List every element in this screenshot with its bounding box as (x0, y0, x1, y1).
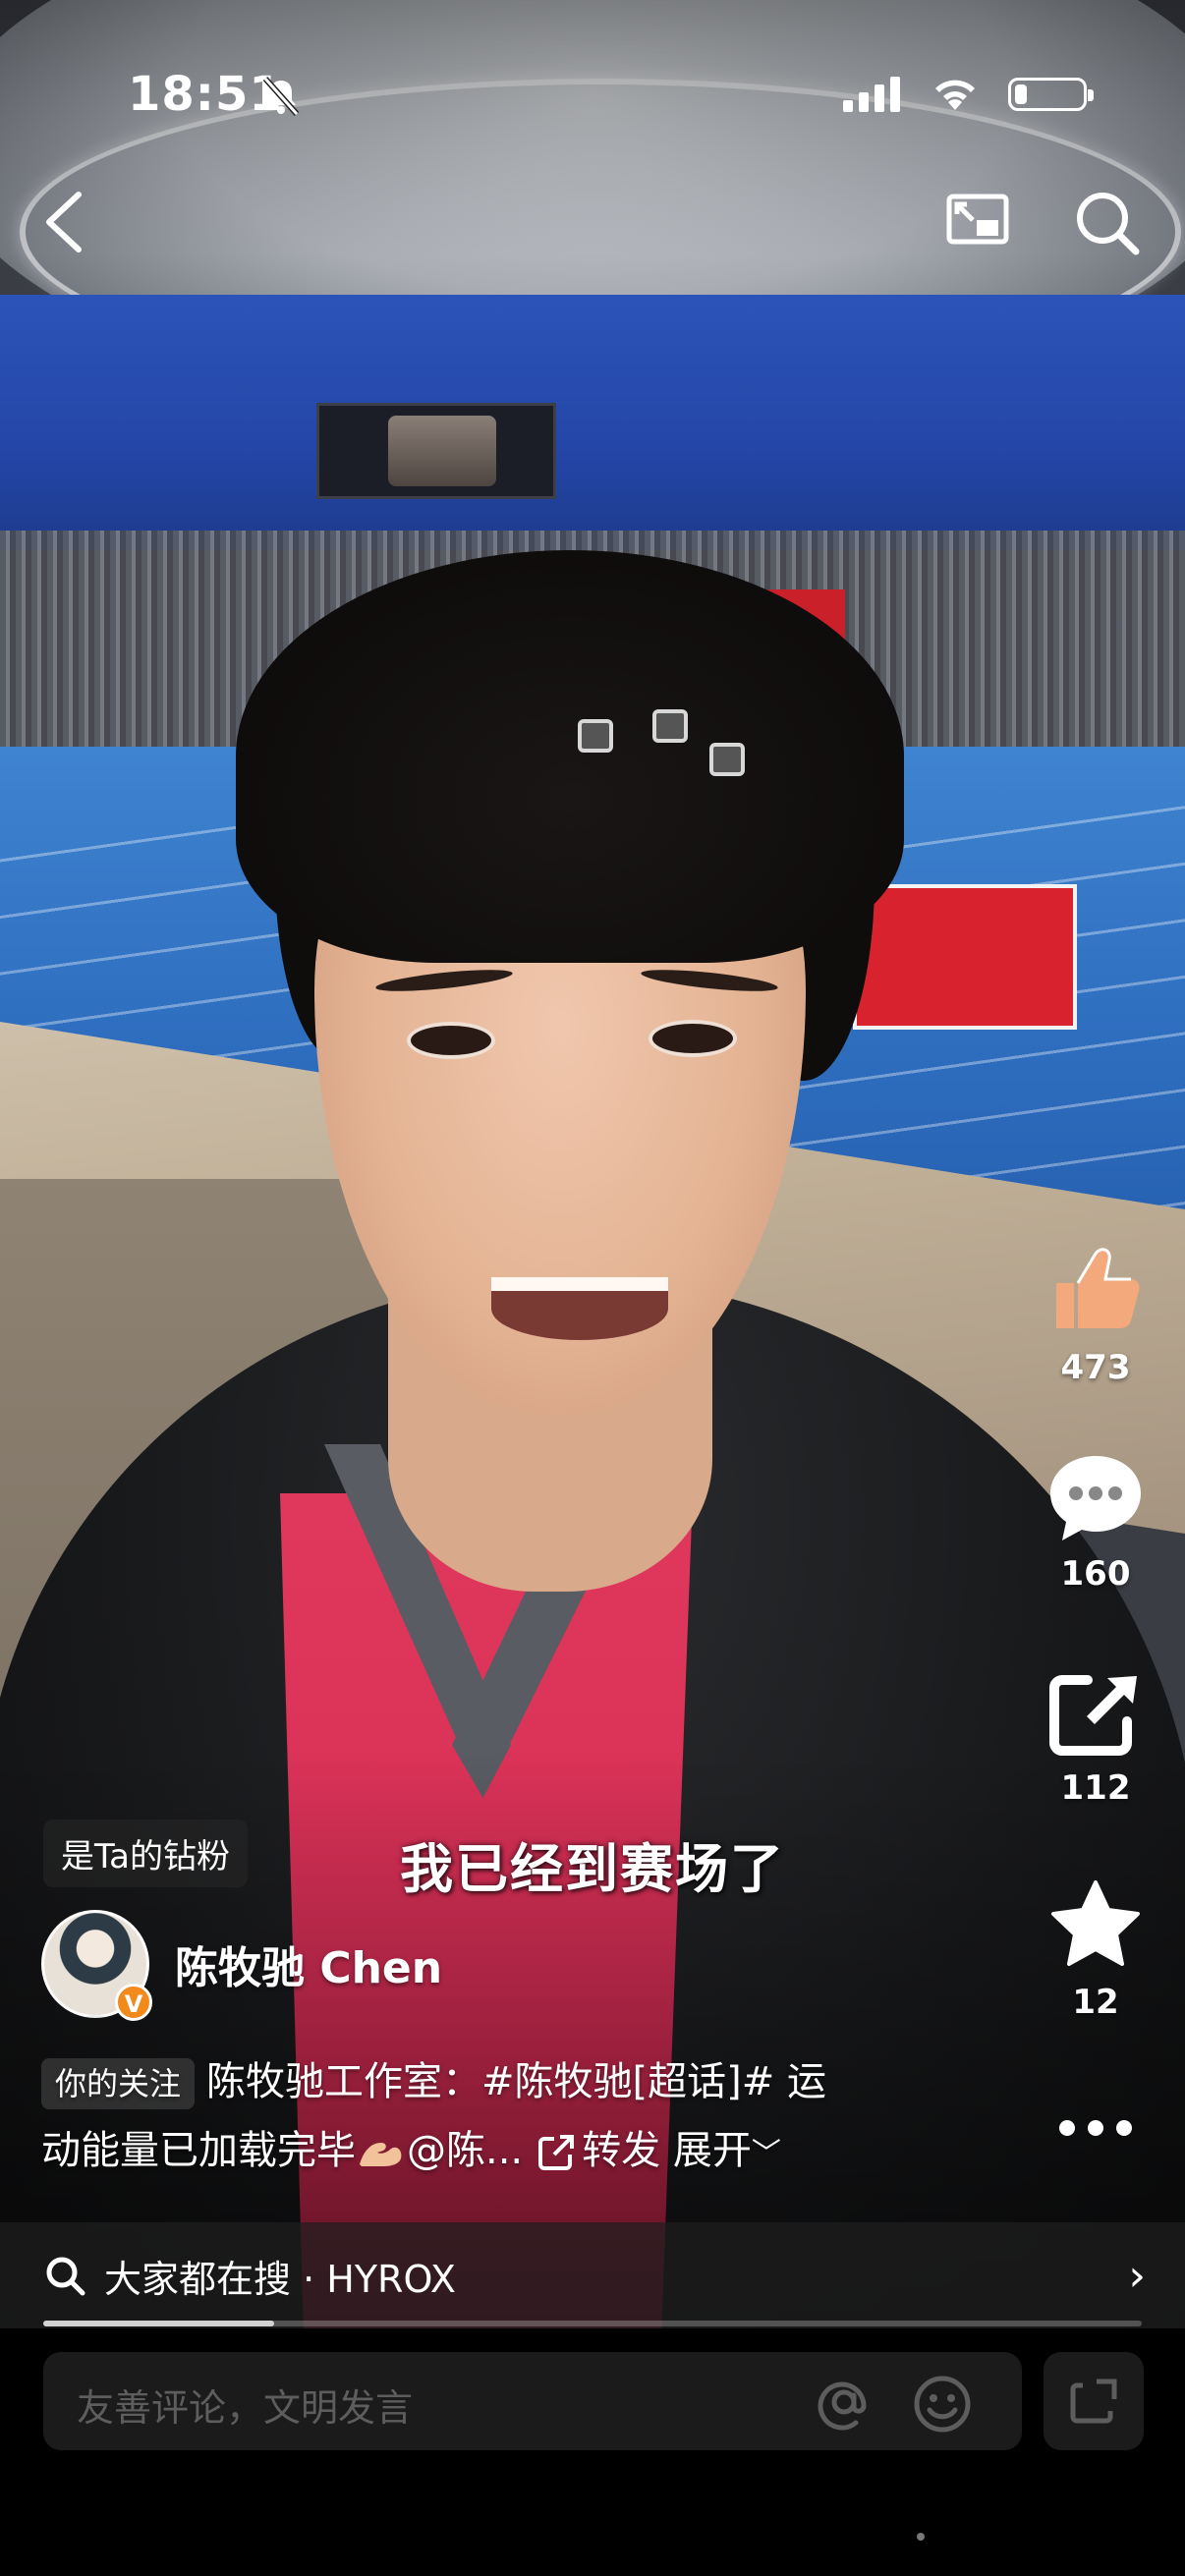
signal-icon (843, 77, 900, 112)
comment-input[interactable]: 友善评论，文明发言 (43, 2352, 1022, 2450)
battery-icon (1008, 78, 1094, 111)
author-row[interactable]: V 陈牧驰 Chen (41, 1910, 442, 2021)
progress-fill (43, 2321, 274, 2326)
favorite-count: 12 (1072, 1983, 1119, 2022)
eye-left (407, 1022, 495, 1059)
verified-badge: V (115, 1984, 152, 2021)
bell-muted-icon (262, 77, 300, 116)
hair-clip (652, 709, 688, 743)
hair-clip (578, 719, 613, 753)
person-hair (236, 550, 904, 963)
hair-clip (709, 743, 745, 776)
fullscreen-comment-button[interactable] (1044, 2352, 1144, 2450)
like-button[interactable]: 473 (1032, 1240, 1159, 1387)
expand-label: 展开 (672, 2128, 752, 2173)
chevron-down-icon: ﹀ (751, 2137, 781, 2171)
arena-screen (316, 403, 556, 499)
share-button[interactable]: 112 (1032, 1670, 1159, 1808)
avatar[interactable]: V (41, 1910, 152, 2021)
search-icon (46, 2257, 85, 2296)
comment-count: 160 (1060, 1554, 1131, 1594)
back-icon[interactable] (35, 187, 94, 255)
repost-icon (538, 2135, 575, 2170)
person-mouth (491, 1277, 668, 1340)
share-icon (1049, 1675, 1137, 1756)
more-dots-icon (1059, 2120, 1132, 2136)
share-count: 112 (1060, 1768, 1131, 1808)
expand-icon (1070, 2379, 1117, 2424)
search-suggestion-text: 大家都在搜 · HYROX (104, 2249, 456, 2303)
comment-bubble-icon (1050, 1456, 1141, 1540)
author-name[interactable]: 陈牧驰 Chen (175, 1932, 442, 1995)
video-caption: 我已经到赛场了 (400, 1838, 785, 1900)
wifi-icon (935, 80, 975, 110)
comment-button[interactable]: 160 (1032, 1452, 1159, 1594)
description-line2: 动能量已加载完毕 (41, 2128, 356, 2173)
thumbs-up-icon (1056, 1248, 1140, 1328)
post-description[interactable]: 你的关注 陈牧驰工作室：#陈牧驰[超话]# 运 动能量已加载完毕 @陈... 转发… (41, 2047, 906, 2189)
search-term: HYROX (326, 2257, 456, 2301)
following-tag: 你的关注 (41, 2058, 196, 2109)
expand-link[interactable]: 展开﹀ (673, 2128, 781, 2173)
video-screen[interactable]: 18:51 473 160 112 12 是Ta的钻粉 我已经到赛场了 V 陈牧… (0, 0, 1185, 2576)
status-icons (843, 77, 1094, 112)
search-suggestion-bar[interactable]: 大家都在搜 · HYROX › (0, 2222, 1185, 2328)
eye-right (649, 1020, 737, 1057)
repost-label[interactable]: 转发 (582, 2128, 660, 2173)
chevron-right-icon: › (1128, 2250, 1146, 2301)
comment-placeholder: 友善评论，文明发言 (77, 2386, 414, 2430)
search-icon[interactable] (1071, 187, 1144, 259)
home-indicator (917, 2533, 925, 2541)
mention-link[interactable]: @陈... (407, 2128, 523, 2173)
more-button[interactable] (1032, 2108, 1159, 2148)
flexed-biceps-icon (360, 2143, 402, 2166)
arena-booth (853, 884, 1077, 1030)
mention-at-icon[interactable] (816, 2374, 873, 2431)
description-line1: 陈牧驰工作室：#陈牧驰[超话]# 运 (206, 2059, 826, 2104)
emoji-icon[interactable] (912, 2374, 973, 2435)
arena-stands (0, 295, 1185, 550)
video-progress-bar[interactable] (43, 2321, 1142, 2326)
like-count: 473 (1060, 1348, 1131, 1387)
pip-window-icon[interactable] (943, 187, 1012, 255)
search-prefix: 大家都在搜 · (104, 2257, 327, 2301)
